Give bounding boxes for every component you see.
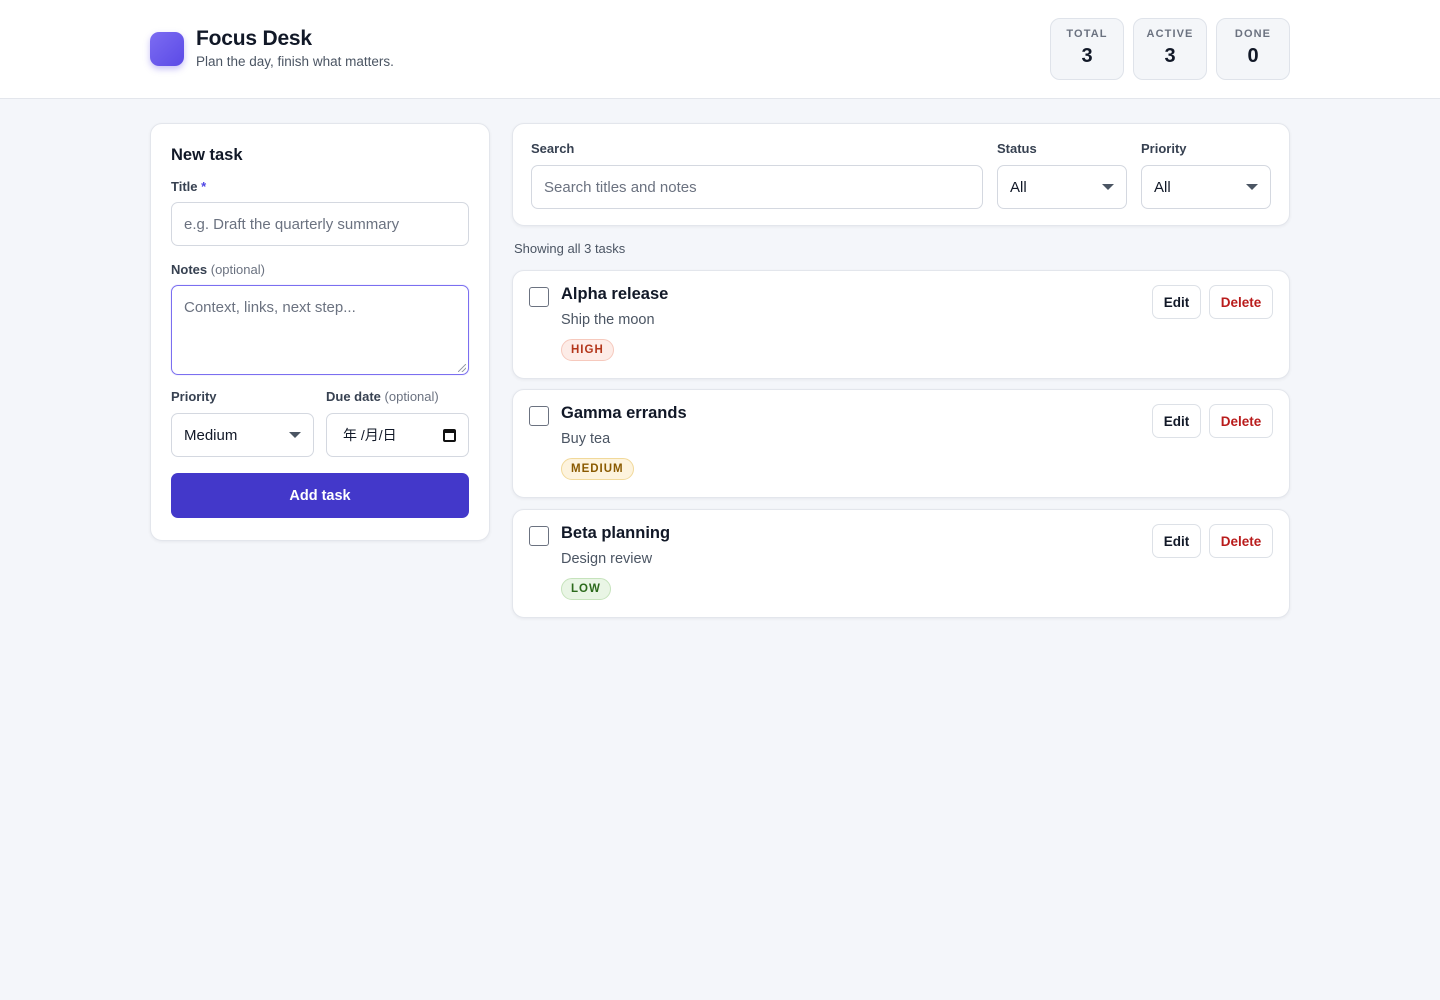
task-complete-checkbox[interactable] [529, 526, 549, 546]
task-card: Gamma errands Buy tea MEDIUM Edit Delete [512, 389, 1290, 498]
due-date-label-text: Due date [326, 389, 381, 404]
brand: Focus Desk Plan the day, finish what mat… [150, 26, 394, 69]
stat-total: TOTAL 3 [1050, 18, 1124, 80]
delete-button[interactable]: Delete [1209, 285, 1273, 319]
status-label: Status [997, 141, 1037, 156]
priority-badge: LOW [561, 578, 611, 600]
task-note: Ship the moon [561, 312, 655, 328]
app-subtitle: Plan the day, finish what matters. [196, 54, 394, 69]
priority-value: Medium [184, 426, 238, 444]
optional-marker: (optional) [210, 262, 265, 277]
title-input[interactable]: e.g. Draft the quarterly summary [171, 202, 469, 246]
app-title: Focus Desk [196, 27, 312, 50]
edit-button[interactable]: Edit [1152, 285, 1201, 319]
stat-value: 3 [1164, 45, 1176, 67]
delete-button[interactable]: Delete [1209, 524, 1273, 558]
app-header: Focus Desk Plan the day, finish what mat… [0, 0, 1440, 99]
stat-value: 3 [1081, 45, 1093, 67]
required-marker: * [201, 179, 207, 194]
new-task-heading: New task [171, 146, 243, 164]
delete-button[interactable]: Delete [1209, 404, 1273, 438]
calendar-icon[interactable] [443, 428, 456, 442]
optional-marker: (optional) [384, 389, 439, 404]
priority-filter-value: All [1154, 178, 1171, 196]
priority-select[interactable]: Medium [171, 413, 314, 457]
due-date-value: 年 /月/日 [343, 427, 397, 443]
stat-value: 0 [1247, 45, 1259, 67]
task-note: Buy tea [561, 431, 611, 447]
priority-badge: HIGH [561, 339, 614, 361]
priority-label: Priority [171, 389, 217, 404]
filters-card: Search Search titles and notes Status Al… [512, 123, 1290, 226]
chevron-down-icon [289, 432, 301, 438]
stat-active: ACTIVE 3 [1133, 18, 1207, 80]
title-label: Title * [171, 179, 469, 194]
task-title: Gamma errands [561, 404, 687, 422]
edit-button[interactable]: Edit [1152, 524, 1201, 558]
notes-label: Notes (optional) [171, 262, 469, 277]
task-note: Design review [561, 551, 653, 567]
title-label-text: Title [171, 179, 198, 194]
stats-group: TOTAL 3 ACTIVE 3 DONE 0 [1050, 18, 1290, 80]
priority-filter-select[interactable]: All [1141, 165, 1271, 209]
status-value: All [1010, 178, 1027, 196]
add-task-button[interactable]: Add task [171, 473, 469, 518]
stat-label: DONE [1234, 28, 1272, 40]
task-complete-checkbox[interactable] [529, 406, 549, 426]
search-input[interactable]: Search titles and notes [531, 165, 983, 209]
new-task-card: New task Title * e.g. Draft the quarterl… [150, 123, 490, 541]
search-placeholder: Search titles and notes [544, 178, 697, 196]
search-label: Search [531, 141, 575, 156]
stat-label: ACTIVE [1146, 28, 1194, 40]
notes-label-text: Notes [171, 262, 208, 277]
priority-badge: MEDIUM [561, 458, 634, 480]
task-card: Alpha release Ship the moon HIGH Edit De… [512, 270, 1290, 379]
resize-handle-icon[interactable] [458, 364, 466, 372]
chevron-down-icon [1246, 184, 1258, 190]
results-count: Showing all 3 tasks [514, 241, 626, 256]
task-complete-checkbox[interactable] [529, 287, 549, 307]
title-placeholder: e.g. Draft the quarterly summary [184, 215, 400, 233]
notes-placeholder: Context, links, next step... [184, 299, 356, 316]
notes-textarea[interactable]: Context, links, next step... [171, 285, 469, 375]
chevron-down-icon [1102, 184, 1114, 190]
task-title: Alpha release [561, 285, 669, 303]
due-date-input[interactable]: 年 /月/日 [326, 413, 469, 457]
due-date-label: Due date (optional) [326, 389, 469, 404]
task-card: Beta planning Design review LOW Edit Del… [512, 509, 1290, 618]
status-select[interactable]: All [997, 165, 1127, 209]
task-title: Beta planning [561, 524, 671, 542]
app-logo-icon [150, 32, 184, 66]
stat-label: TOTAL [1066, 28, 1108, 40]
edit-button[interactable]: Edit [1152, 404, 1201, 438]
priority-filter-label: Priority [1141, 141, 1187, 156]
stat-done: DONE 0 [1216, 18, 1290, 80]
